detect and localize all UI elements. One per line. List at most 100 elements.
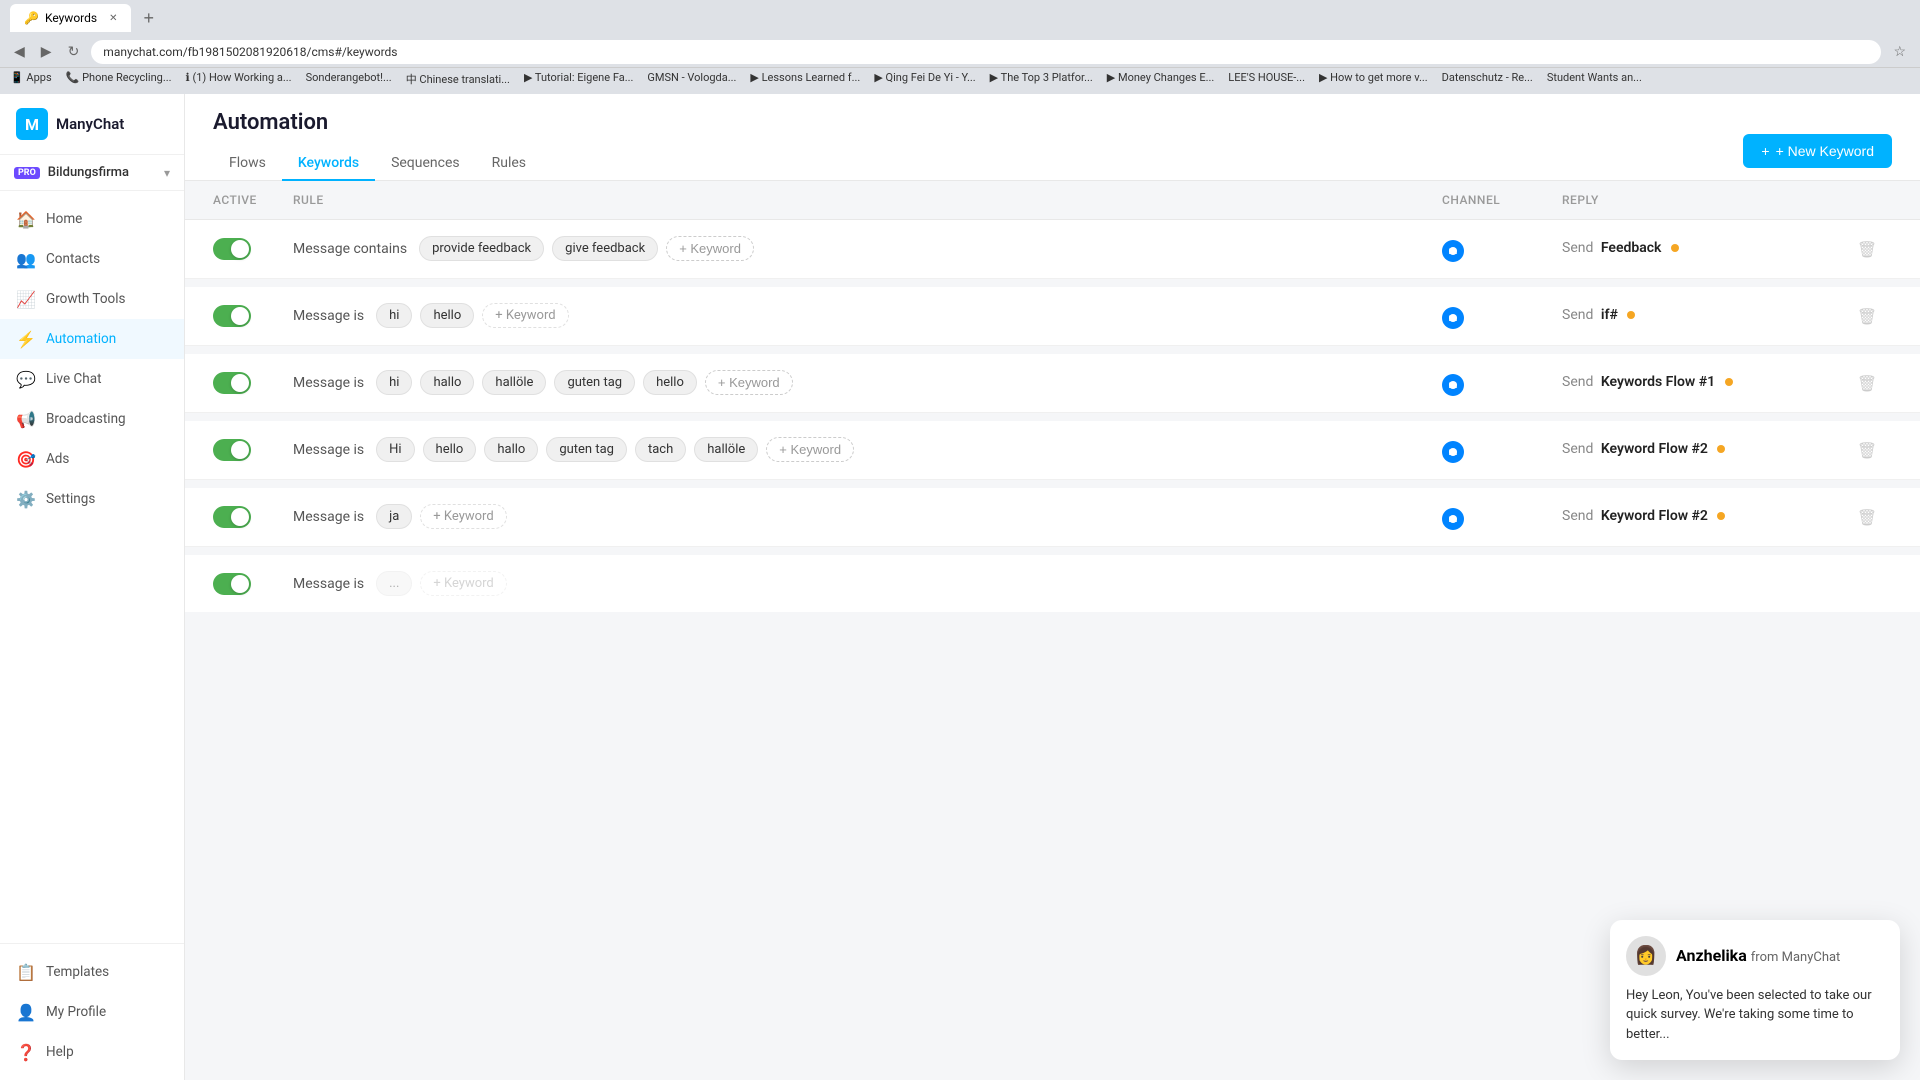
keyword-tag[interactable]: hallöle <box>694 437 758 462</box>
new-tab-button[interactable]: + <box>139 6 158 31</box>
bookmark-10[interactable]: ▶ The Top 3 Platfor... <box>990 71 1093 91</box>
bookmark-star[interactable]: ☆ <box>1889 41 1910 62</box>
settings-icon: ⚙️ <box>16 489 36 509</box>
bookmark-14[interactable]: Datenschutz - Re... <box>1442 71 1533 91</box>
org-selector[interactable]: PRO Bildungsfirma ▾ <box>0 155 184 191</box>
active-toggle-1[interactable] <box>213 238 251 260</box>
sidebar-item-settings[interactable]: ⚙️ Settings <box>0 479 184 519</box>
header-left: Automation Flows Keywords Sequences Rule… <box>213 110 542 180</box>
bookmark-2[interactable]: 📞 Phone Recycling... <box>66 71 172 91</box>
bookmark-4[interactable]: Sonderangebot!... <box>306 71 392 91</box>
sidebar-item-automation[interactable]: ⚡ Automation <box>0 319 184 359</box>
back-button[interactable]: ◀ <box>10 41 29 62</box>
keyword-tag[interactable]: ... <box>376 571 412 596</box>
table-row: Message is Hi hello hallo guten tag tach… <box>185 417 1920 480</box>
close-tab-icon[interactable]: ✕ <box>109 13 117 24</box>
keyword-tag[interactable]: tach <box>635 437 686 462</box>
tab-rules[interactable]: Rules <box>476 147 542 181</box>
sidebar-item-contacts[interactable]: 👥 Contacts <box>0 239 184 279</box>
add-keyword-button[interactable]: + Keyword <box>705 370 793 395</box>
sidebar-item-live-chat[interactable]: 💬 Live Chat <box>0 359 184 399</box>
bookmark-13[interactable]: ▶ How to get more v... <box>1319 71 1428 91</box>
keyword-tag[interactable]: guten tag <box>554 370 635 395</box>
active-toggle-4[interactable] <box>213 439 251 461</box>
keyword-tag[interactable]: provide feedback <box>419 236 544 261</box>
row-reply-col: Send Keywords Flow #1 <box>1562 370 1842 390</box>
bookmark-11[interactable]: ▶ Money Changes E... <box>1107 71 1214 91</box>
row-channel-col: m <box>1442 303 1562 329</box>
address-bar[interactable]: manychat.com/fb198150208192061​8/cms#/ke… <box>91 40 1881 64</box>
keyword-tag[interactable]: hallo <box>420 370 474 395</box>
bookmark-6[interactable]: ▶ Tutorial: Eigene Fa... <box>524 71 633 91</box>
browser-chrome: 🔑 Keywords ✕ + ◀ ▶ ↻ manychat.com/fb1981… <box>0 0 1920 94</box>
chevron-down-icon: ▾ <box>164 166 170 180</box>
add-keyword-button[interactable]: + Keyword <box>666 236 754 261</box>
delete-button[interactable]: 🗑 <box>1857 240 1877 260</box>
sidebar-item-help[interactable]: ❓ Help <box>0 1032 184 1072</box>
keyword-tag[interactable]: Hi <box>376 437 414 462</box>
sidebar-item-broadcasting[interactable]: 📢 Broadcasting <box>0 399 184 439</box>
add-keyword-button[interactable]: + Keyword <box>766 437 854 462</box>
tab-sequences[interactable]: Sequences <box>375 147 476 181</box>
delete-button[interactable]: 🗑 <box>1857 374 1877 394</box>
row-actions-col: 🗑 <box>1842 303 1892 327</box>
bookmark-12[interactable]: LEE'S HOUSE-... <box>1228 71 1305 91</box>
add-keyword-dashed[interactable]: + Keyword <box>482 303 568 328</box>
reply-status-dot <box>1725 378 1733 386</box>
new-keyword-button[interactable]: + + New Keyword <box>1743 134 1892 168</box>
row-active-col <box>213 437 293 461</box>
active-toggle-5[interactable] <box>213 506 251 528</box>
rule-type-label: Message is <box>293 509 364 525</box>
forward-button[interactable]: ▶ <box>37 41 56 62</box>
active-toggle-3[interactable] <box>213 372 251 394</box>
bookmark-7[interactable]: GMSN - Vologda... <box>647 71 736 91</box>
bookmark-9[interactable]: ▶ Qing Fei De Yi - Y... <box>874 71 975 91</box>
delete-button[interactable]: 🗑 <box>1857 441 1877 461</box>
keyword-tag[interactable]: hallöle <box>482 370 546 395</box>
chat-popup[interactable]: 👩 Anzhelika from ManyChat Hey Leon, You'… <box>1610 920 1900 1061</box>
bookmark-8[interactable]: ▶ Lessons Learned f... <box>750 71 860 91</box>
delete-button[interactable]: 🗑 <box>1857 508 1877 528</box>
bookmark-5[interactable]: 中 Chinese translati... <box>406 71 510 91</box>
sidebar-item-growth-tools[interactable]: 📈 Growth Tools <box>0 279 184 319</box>
keyword-tag[interactable]: hello <box>420 303 474 328</box>
logo-text: ManyChat <box>56 115 124 133</box>
keyword-tag[interactable]: hi <box>376 370 412 395</box>
logo-icon: M <box>16 108 48 140</box>
row-reply-col: Send if# <box>1562 303 1842 323</box>
active-toggle-6[interactable] <box>213 573 251 595</box>
chat-sender-info: Anzhelika from ManyChat <box>1676 946 1840 965</box>
sidebar-item-ads[interactable]: 🎯 Ads <box>0 439 184 479</box>
sidebar-item-my-profile[interactable]: 👤 My Profile <box>0 992 184 1032</box>
growth-tools-icon: 📈 <box>16 289 36 309</box>
messenger-icon: m <box>1449 246 1458 257</box>
bookmark-3[interactable]: ℹ (1) How Working a... <box>186 71 292 91</box>
keyword-tag[interactable]: hello <box>643 370 697 395</box>
refresh-button[interactable]: ↻ <box>64 41 84 62</box>
active-tab[interactable]: 🔑 Keywords ✕ <box>10 4 131 32</box>
keyword-tag[interactable]: ja <box>376 504 412 529</box>
reply-status-dot <box>1717 512 1725 520</box>
add-keyword-dashed[interactable]: + Keyword <box>420 571 506 596</box>
keyword-tag[interactable]: give feedback <box>552 236 658 261</box>
tab-flows[interactable]: Flows <box>213 147 282 181</box>
bookmark-15[interactable]: Student Wants an... <box>1547 71 1642 91</box>
row-rule-col: Message is Hi hello hallo guten tag tach… <box>293 437 1442 462</box>
row-actions-col: 🗑 <box>1842 437 1892 461</box>
profile-icon: 👤 <box>16 1002 36 1022</box>
keyword-tag[interactable]: guten tag <box>546 437 627 462</box>
sidebar-item-label: Templates <box>46 964 109 980</box>
active-toggle-2[interactable] <box>213 305 251 327</box>
add-keyword-dashed[interactable]: + Keyword <box>420 504 506 529</box>
sidebar-item-home[interactable]: 🏠 Home <box>0 199 184 239</box>
row-rule-col: Message is hi hallo hallöle guten tag he… <box>293 370 1442 395</box>
keyword-tag[interactable]: hello <box>423 437 477 462</box>
keyword-tag[interactable]: hi <box>376 303 412 328</box>
tab-keywords[interactable]: Keywords <box>282 147 375 181</box>
contacts-icon: 👥 <box>16 249 36 269</box>
home-icon: 🏠 <box>16 209 36 229</box>
keyword-tag[interactable]: hallo <box>484 437 538 462</box>
bookmark-apps[interactable]: 📱 Apps <box>10 71 52 91</box>
sidebar-item-templates[interactable]: 📋 Templates <box>0 952 184 992</box>
delete-button[interactable]: 🗑 <box>1857 307 1877 327</box>
